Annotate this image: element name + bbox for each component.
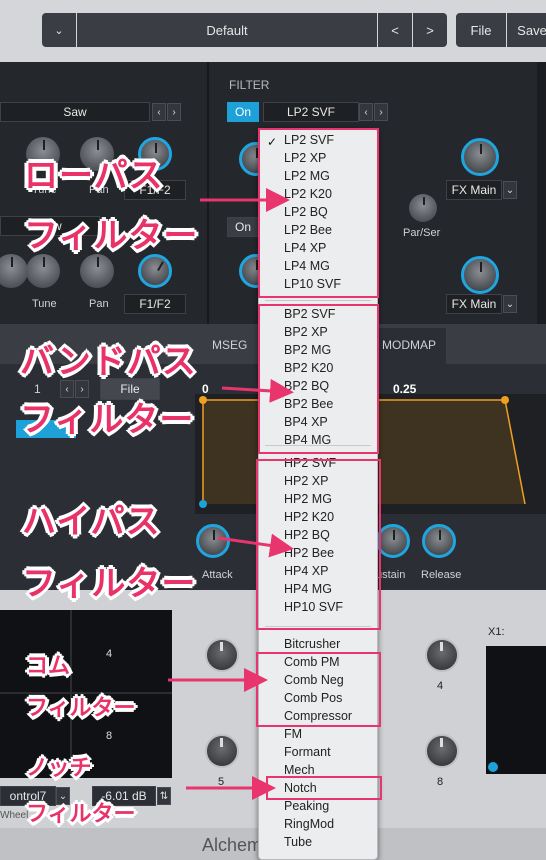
annotation-highpass-2: フィルター [22,564,197,604]
annotation-comb-1: コム [26,654,71,679]
annotation-bandpass-2: フィルター [20,400,195,440]
annotation-notch-1: ノッチ [26,756,92,781]
annotation-highpass-1: ハイパス [22,502,161,542]
annotation-lowpass-1: ローパス [24,156,164,196]
annotation-lowpass-2: フィルター [24,216,199,256]
annotation-notch-2: フィルター [26,802,136,827]
annotation-bandpass-1: バンドパス [20,342,197,382]
annotation-comb-2: フィルター [26,696,136,721]
